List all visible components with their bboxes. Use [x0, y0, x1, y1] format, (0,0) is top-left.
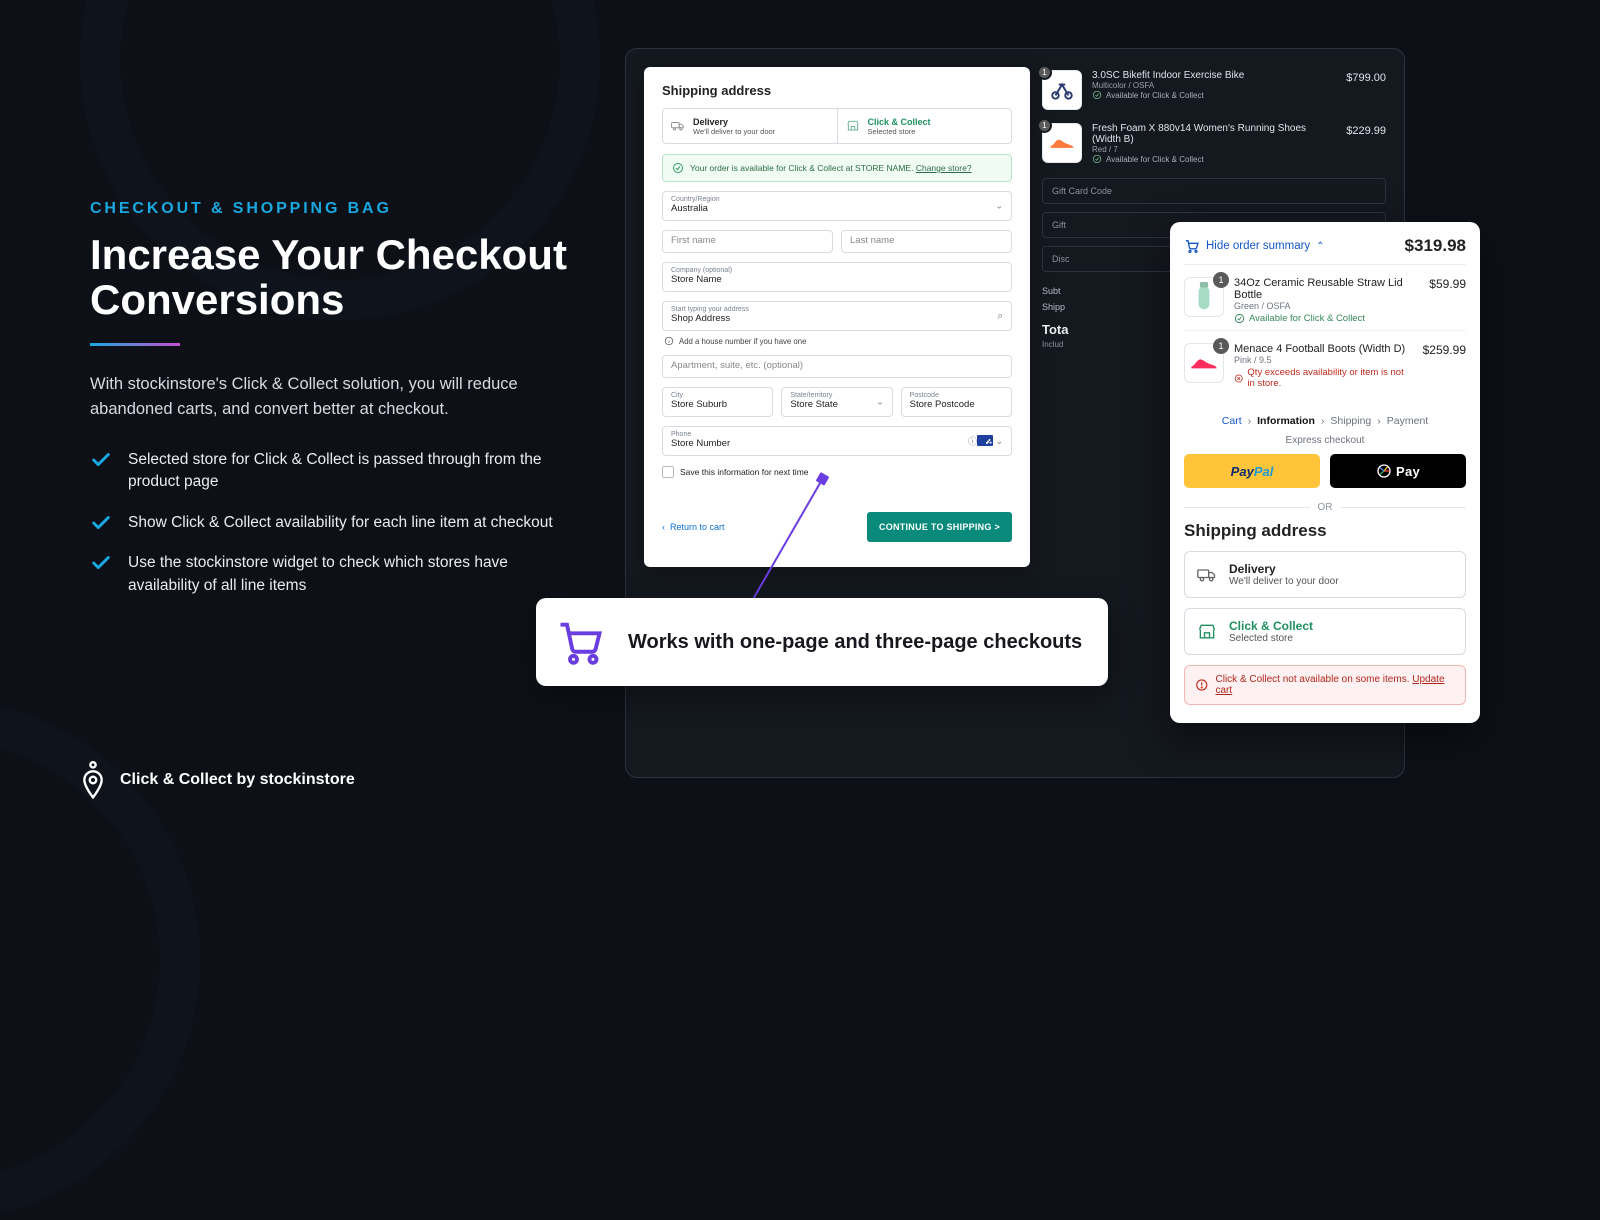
headline: Increase Your Checkout Conversions [90, 232, 580, 323]
state-select[interactable]: State/territoryStore State⌄ [781, 387, 892, 417]
google-icon [1376, 463, 1392, 479]
truck-icon [671, 119, 685, 133]
chevron-down-icon: ⌄ [876, 397, 884, 408]
country-select[interactable]: Country/Region Australia ⌄ [662, 191, 1012, 221]
save-info-checkbox[interactable]: Save this information for next time [662, 466, 1012, 478]
gift-card-input[interactable]: Gift Card Code [1042, 178, 1386, 204]
product-thumb: 1 [1042, 123, 1082, 163]
flag-au-icon[interactable]: ⌄ [977, 435, 1003, 447]
shoe-icon [1049, 134, 1075, 152]
gpay-button[interactable]: Pay [1330, 454, 1466, 488]
cart-icon [1184, 238, 1200, 254]
click-collect-option[interactable]: Click & CollectSelected store [837, 109, 1012, 143]
mobile-shipping-title: Shipping address [1184, 521, 1466, 541]
check-icon [90, 552, 112, 574]
phone-input[interactable]: Phone Store Number ⓘ ⌄ [662, 426, 1012, 456]
checkout-panel: Shipping address DeliveryWe'll deliver t… [644, 67, 1030, 567]
summary-line-item: 1 3.0SC Bikefit Indoor Exercise Bike Mul… [1042, 67, 1386, 120]
address-input[interactable]: Start typing your address Shop Address ⌕ [662, 301, 1012, 331]
accent-divider [90, 343, 180, 346]
bullet-item: Show Click & Collect availability for ea… [90, 512, 580, 534]
check-icon [90, 449, 112, 471]
crumb-cart[interactable]: Cart [1222, 415, 1242, 427]
check-icon [90, 512, 112, 534]
return-to-cart-link[interactable]: ‹ Return to cart [662, 522, 725, 532]
store-icon [846, 119, 860, 133]
last-name-input[interactable]: Last name [841, 230, 1012, 253]
crumb-information: Information [1257, 415, 1315, 427]
change-store-link[interactable]: Change store? [916, 163, 972, 173]
breadcrumb: Cart› Information› Shipping› Payment [1184, 415, 1466, 427]
availability-notice: Your order is available for Click & Coll… [662, 154, 1012, 182]
shoe-icon [1189, 354, 1219, 372]
bike-icon [1049, 77, 1075, 103]
x-circle-icon [1234, 373, 1243, 384]
paypal-button[interactable]: PayPal [1184, 454, 1320, 488]
mobile-checkout-card: Hide order summary ⌃ $319.98 1 34Oz Cera… [1170, 222, 1480, 723]
delivery-option[interactable]: DeliveryWe'll deliver to your door [1184, 551, 1466, 598]
qty-badge: 1 [1037, 65, 1052, 80]
product-thumb: 1 [1042, 70, 1082, 110]
info-icon [664, 336, 674, 346]
check-circle-icon [672, 162, 684, 174]
crumb-payment: Payment [1387, 415, 1428, 427]
callout-card: Works with one-page and three-page check… [536, 598, 1108, 686]
cart-line-item: 1 Menace 4 Football Boots (Width D) Pink… [1184, 330, 1466, 395]
qty-badge: 1 [1213, 338, 1229, 354]
check-circle-icon [1092, 154, 1102, 164]
crumb-shipping: Shipping [1330, 415, 1371, 427]
company-input[interactable]: Company (optional) Store Name [662, 262, 1012, 292]
toggle-order-summary[interactable]: Hide order summary ⌃ [1184, 238, 1325, 254]
check-circle-icon [1092, 90, 1102, 100]
summary-line-item: 1 Fresh Foam X 880v14 Women's Running Sh… [1042, 120, 1386, 174]
postcode-input[interactable]: PostcodeStore Postcode [901, 387, 1012, 417]
search-icon: ⌕ [997, 311, 1003, 322]
qty-badge: 1 [1037, 118, 1052, 133]
cart-icon [554, 616, 606, 668]
truck-icon [1197, 565, 1217, 585]
lead-paragraph: With stockinstore's Click & Collect solu… [90, 372, 580, 423]
apartment-input[interactable]: Apartment, suite, etc. (optional) [662, 355, 1012, 378]
fulfilment-toggle[interactable]: DeliveryWe'll deliver to your door Click… [662, 108, 1012, 144]
alert-circle-icon [1195, 678, 1209, 692]
brand-footer: Click & Collect by stockinstore [80, 760, 355, 800]
store-icon [1197, 622, 1217, 642]
map-pin-icon [80, 760, 106, 800]
express-checkout-label: Express checkout [1184, 435, 1466, 446]
product-thumb: 1 [1184, 277, 1224, 317]
bullet-item: Selected store for Click & Collect is pa… [90, 449, 580, 494]
check-circle-icon [1234, 313, 1245, 324]
city-input[interactable]: CityStore Suburb [662, 387, 773, 417]
qty-badge: 1 [1213, 272, 1229, 288]
checkout-title: Shipping address [662, 83, 1012, 98]
chevron-up-icon: ⌃ [1316, 241, 1324, 252]
product-thumb: 1 [1184, 343, 1224, 383]
order-total: $319.98 [1405, 236, 1466, 256]
chevron-down-icon: ⌄ [995, 201, 1003, 212]
continue-button[interactable]: CONTINUE TO SHIPPING > [867, 512, 1012, 542]
first-name-input[interactable]: First name [662, 230, 833, 253]
or-divider: OR [1184, 502, 1466, 513]
delivery-option[interactable]: DeliveryWe'll deliver to your door [663, 109, 837, 143]
click-collect-option[interactable]: Click & CollectSelected store [1184, 608, 1466, 655]
kicker: CHECKOUT & SHOPPING BAG [90, 200, 580, 218]
address-hint: Add a house number if you have one [664, 336, 1012, 346]
phone-help-icon: ⓘ [968, 435, 977, 448]
cart-line-item: 1 34Oz Ceramic Reusable Straw Lid Bottle… [1184, 265, 1466, 330]
cc-unavailable-alert: Click & Collect not available on some it… [1184, 665, 1466, 705]
bullet-item: Use the stockinstore widget to check whi… [90, 552, 580, 597]
bottle-icon [1195, 282, 1213, 312]
